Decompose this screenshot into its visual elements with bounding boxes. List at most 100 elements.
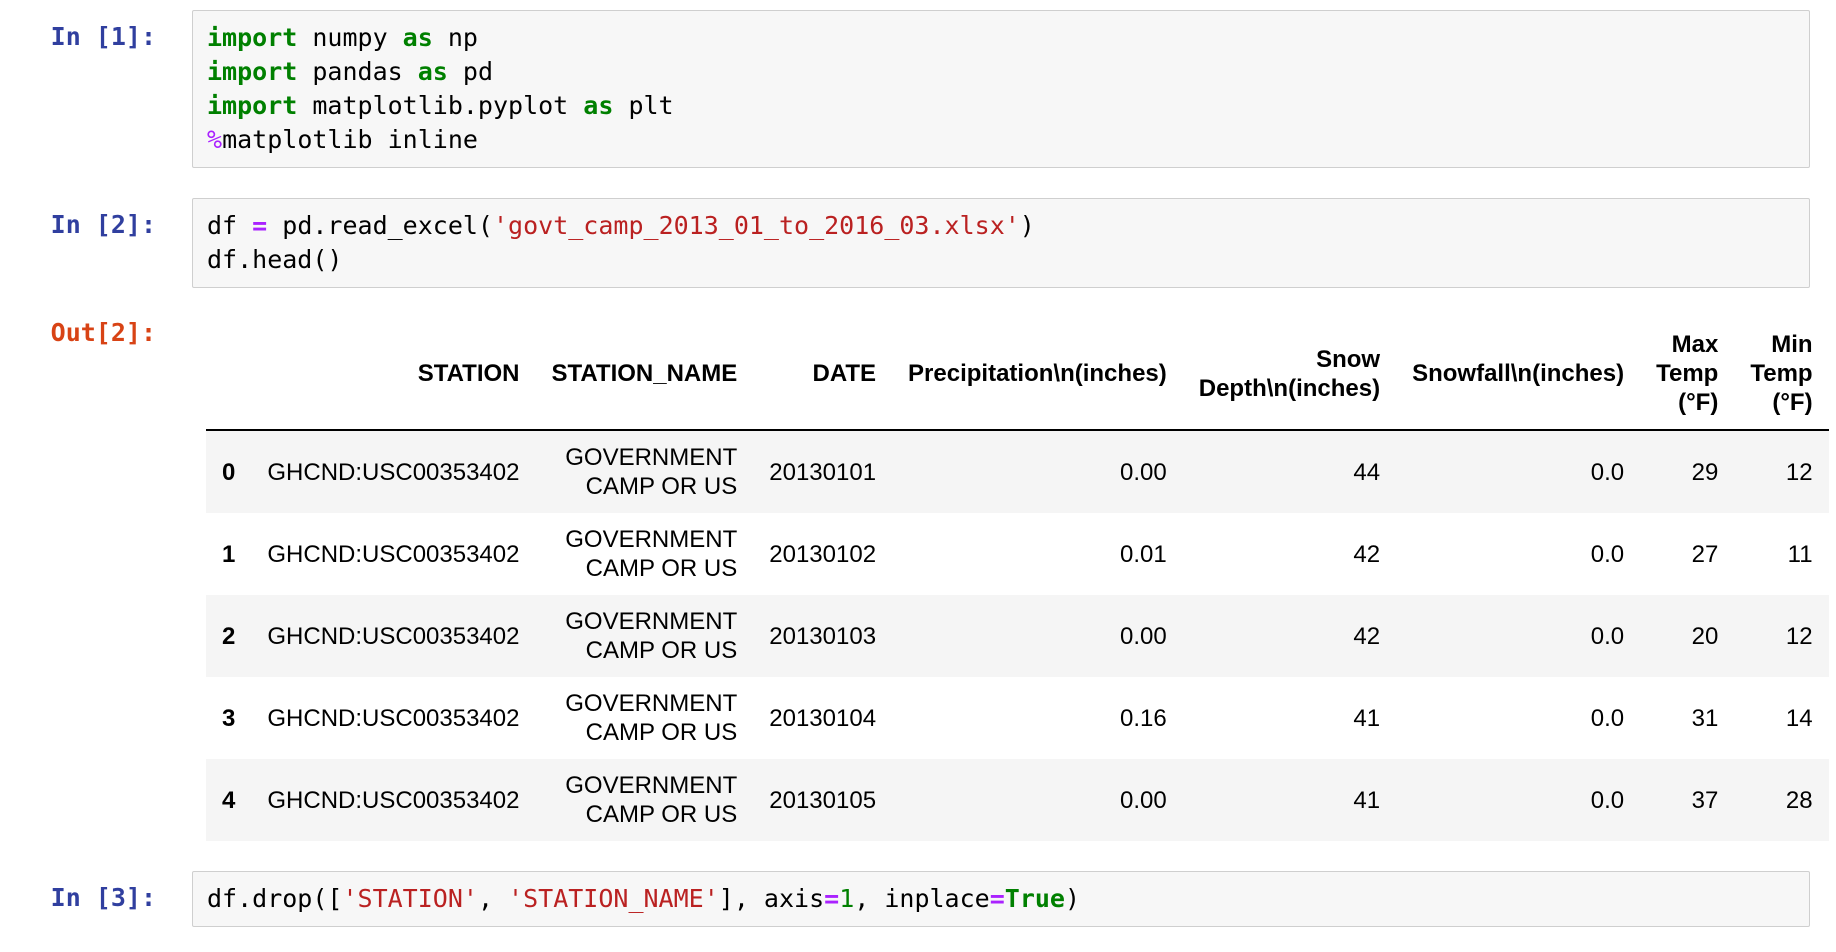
table-cell: GOVERNMENT CAMP OR US <box>565 772 738 828</box>
code: df.drop(['STATION', 'STATION_NAME'], axi… <box>207 882 1795 916</box>
code-editor[interactable]: df.drop(['STATION', 'STATION_NAME'], axi… <box>192 871 1810 927</box>
table-cell: 0.01 <box>1120 540 1167 568</box>
table-row: 3 GHCND:USC00353402 GOVERNMENT CAMP OR US 2… <box>206 677 1829 759</box>
code-line: df = pd.read_excel('govt_camp_2013_01_to… <box>207 209 1795 243</box>
table-cell: 12 <box>1785 622 1813 650</box>
header-row: STATION STATION_NAME DATE Precipitation\n(i… <box>206 318 1829 431</box>
code-token: import <box>207 57 298 86</box>
notebook: In [1]: import numpy as np import pandas … <box>0 0 1836 927</box>
cell-body: df.drop(['STATION', 'STATION_NAME'], axi… <box>192 871 1810 927</box>
output-prompt: Out[2]: <box>50 318 156 347</box>
table-cell: 44 <box>1353 458 1381 486</box>
input-prompt: In [3]: <box>50 883 156 912</box>
dataframe-table: STATION STATION_NAME DATE Precipitation\n(i… <box>206 318 1829 841</box>
code-token: as <box>402 23 433 52</box>
code-editor[interactable]: import numpy as np import pandas as pd imp… <box>192 10 1810 168</box>
table-cell: GHCND:USC00353402 <box>267 704 520 732</box>
table-cell: GOVERNMENT CAMP OR US <box>565 608 738 664</box>
code-token: 1 <box>839 884 855 913</box>
code-token: np <box>432 23 478 52</box>
table-cell: 12 <box>1785 458 1813 486</box>
code-token: plt <box>613 91 674 120</box>
code-token: pd.read_excel( <box>267 211 493 240</box>
code-line: df.head() <box>207 243 1795 277</box>
column-header: Max Temp (°F) <box>1640 318 1735 431</box>
cell-body: df = pd.read_excel('govt_camp_2013_01_to… <box>192 198 1810 288</box>
column-header: Min Temp (°F) <box>1734 318 1829 431</box>
table-cell: 20130102 <box>769 540 877 568</box>
code-token: ) <box>1065 884 1081 913</box>
code-token: pd <box>447 57 493 86</box>
table-cell: GOVERNMENT CAMP OR US <box>565 526 738 582</box>
table-cell: 27 <box>1691 540 1719 568</box>
code-token: True <box>1004 884 1065 913</box>
code-token: import <box>207 91 298 120</box>
table-cell: 0.00 <box>1120 458 1167 486</box>
code-token: df.head() <box>207 245 343 274</box>
table-row: 4 GHCND:USC00353402 GOVERNMENT CAMP OR US 2… <box>206 759 1829 841</box>
table-cell: 14 <box>1785 704 1813 732</box>
table-cell: GHCND:USC00353402 <box>267 458 520 486</box>
code-cell-3: In [3]: df.drop(['STATION', 'STATION_NAM… <box>0 871 1810 927</box>
code: import numpy as np import pandas as pd imp… <box>207 21 1795 157</box>
table-cell: 42 <box>1353 540 1381 568</box>
table-cell: 41 <box>1353 704 1381 732</box>
code-token: as <box>583 91 614 120</box>
table-cell: 37 <box>1691 786 1719 814</box>
code-token: , inplace <box>854 884 990 913</box>
code-token: 'govt_camp_2013_01_to_2016_03.xlsx' <box>493 211 1020 240</box>
row-index: 4 <box>222 786 236 814</box>
code-cell-1: In [1]: import numpy as np import pandas … <box>0 10 1810 168</box>
column-header <box>206 318 252 431</box>
column-header: Snowfall\n(inches) <box>1396 318 1641 431</box>
code-line: df.drop(['STATION', 'STATION_NAME'], axi… <box>207 882 1795 916</box>
code-token: as <box>417 57 448 86</box>
table-cell: 31 <box>1691 704 1719 732</box>
code-token: % <box>207 125 223 154</box>
dataframe-output: STATION STATION_NAME DATE Precipitation\n(i… <box>192 306 1829 841</box>
input-prompt: In [1]: <box>50 22 156 51</box>
code-token: ], axis <box>718 884 825 913</box>
code-editor[interactable]: df = pd.read_excel('govt_camp_2013_01_to… <box>192 198 1810 288</box>
table-cell: GHCND:USC00353402 <box>267 540 520 568</box>
input-prompt: In [2]: <box>50 210 156 239</box>
table-cell: 20130104 <box>769 704 877 732</box>
code-token: = <box>252 211 268 240</box>
cell-body: import numpy as np import pandas as pd imp… <box>192 10 1810 168</box>
table-cell: 20130105 <box>769 786 877 814</box>
code-token: df <box>207 211 253 240</box>
table-cell: GHCND:USC00353402 <box>267 786 520 814</box>
code-token: , <box>477 884 509 913</box>
code-line: import numpy as np <box>207 21 1795 55</box>
code-token: = <box>989 884 1005 913</box>
column-header: Snow Depth\n(inches) <box>1182 318 1397 431</box>
row-index: 3 <box>222 704 236 732</box>
code-token: 'STATION_NAME' <box>508 884 719 913</box>
table-cell: 20130101 <box>769 458 877 486</box>
code-cell-2: In [2]: df = pd.read_excel('govt_camp_20… <box>0 198 1810 288</box>
table-row: 2 GHCND:USC00353402 GOVERNMENT CAMP OR US 2… <box>206 595 1829 677</box>
code-line: import matplotlib.pyplot as plt <box>207 89 1795 123</box>
code-token: import <box>207 23 298 52</box>
table-row: 0 GHCND:USC00353402 GOVERNMENT CAMP OR US 2… <box>206 430 1829 513</box>
row-index: 1 <box>222 540 236 568</box>
column-header: Precipitation\n(inches) <box>892 318 1183 431</box>
table-cell: 0.16 <box>1120 704 1167 732</box>
code-token: = <box>824 884 840 913</box>
code-token: df.drop([ <box>207 884 343 913</box>
table-cell: 0.00 <box>1120 622 1167 650</box>
row-index: 2 <box>222 622 236 650</box>
column-header: STATION <box>251 318 536 431</box>
code-token: numpy <box>297 23 403 52</box>
table-cell: 20 <box>1691 622 1719 650</box>
table-cell: 42 <box>1353 622 1381 650</box>
table-cell: GHCND:USC00353402 <box>267 622 520 650</box>
table-cell: GOVERNMENT CAMP OR US <box>565 690 738 746</box>
code-token: 'STATION' <box>342 884 478 913</box>
code-token: pandas <box>297 57 418 86</box>
table-cell: 0.00 <box>1120 786 1167 814</box>
table-row: 1 GHCND:USC00353402 GOVERNMENT CAMP OR US 2… <box>206 513 1829 595</box>
code-token: ) <box>1019 211 1035 240</box>
code-line: import pandas as pd <box>207 55 1795 89</box>
output-cell-2: Out[2]: STATION STATION_NAME DATE Precipita… <box>0 306 1829 841</box>
